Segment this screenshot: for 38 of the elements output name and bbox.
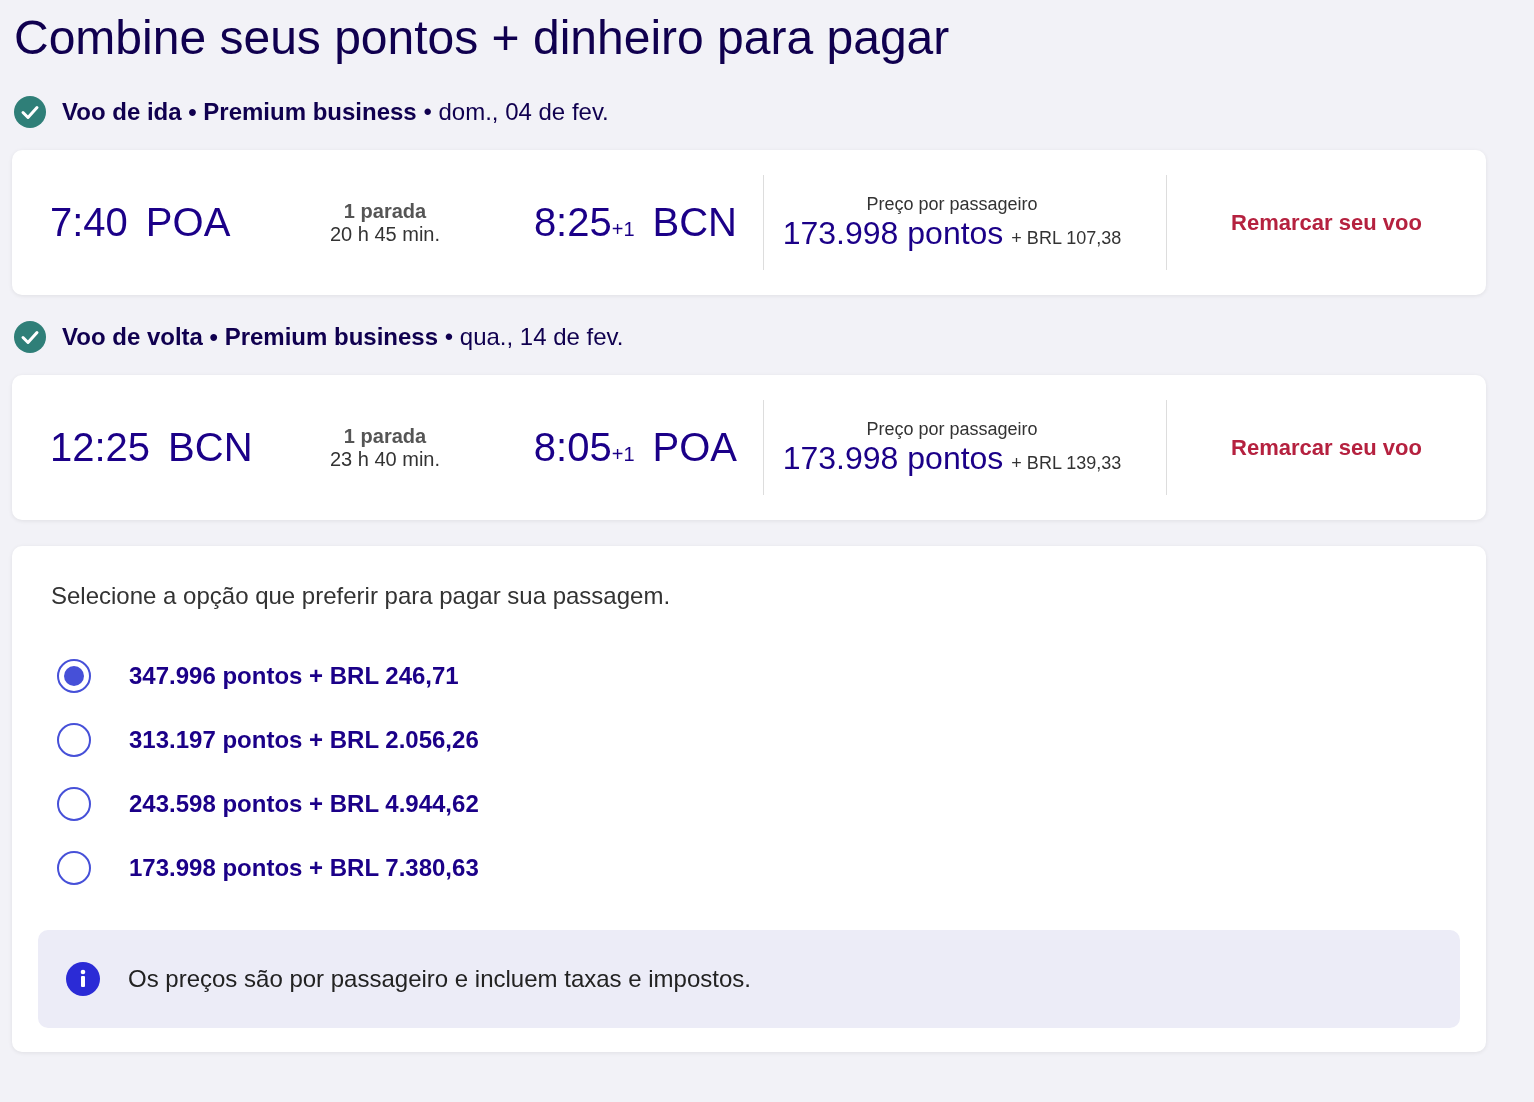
- flight-heading: Voo de volta • Premium business • qua., 14 de fev.: [62, 323, 624, 351]
- stops-text: 1 parada: [343, 424, 427, 448]
- duration-text: 23 h 40 min.: [329, 447, 441, 471]
- price-label: Preço por passageiro: [866, 193, 1038, 215]
- duration-text: 20 h 45 min.: [329, 222, 441, 246]
- departure-time: 12:25: [50, 425, 151, 470]
- day-offset: +1: [611, 443, 635, 466]
- arrival-time: 8:25: [533, 200, 612, 245]
- info-icon: [66, 962, 100, 996]
- payment-prompt: Selecione a opção que preferir para pagar sua passagem.: [51, 582, 672, 610]
- rebook-link[interactable]: Remarcar seu voo: [1231, 434, 1422, 461]
- departure-time: 7:40: [50, 200, 128, 245]
- check-circle-icon: [14, 321, 46, 353]
- payment-option[interactable]: 313.197 pontos + BRL 2.056,26: [129, 726, 479, 754]
- arrival-time: 8:05: [533, 425, 612, 470]
- day-offset: +1: [611, 218, 635, 241]
- info-text: Os preços são por passageiro e incluem taxas e impostos.: [128, 965, 751, 993]
- points-price: 173.998 pontos: [782, 439, 1004, 477]
- cash-price: + BRL 107,38: [1011, 227, 1122, 249]
- payment-option[interactable]: 347.996 pontos + BRL 246,71: [129, 662, 459, 690]
- page-title: Combine seus pontos + dinheiro para pagar: [14, 10, 951, 66]
- radio-button[interactable]: [57, 723, 91, 757]
- cash-price: + BRL 139,33: [1011, 452, 1122, 474]
- check-circle-icon: [14, 96, 46, 128]
- stops-text: 1 parada: [343, 199, 427, 223]
- radio-button[interactable]: [57, 851, 91, 885]
- payment-option[interactable]: 243.598 pontos + BRL 4.944,62: [129, 790, 479, 818]
- payment-option[interactable]: 173.998 pontos + BRL 7.380,63: [129, 854, 479, 882]
- radio-button[interactable]: [57, 659, 91, 693]
- arrival-airport: BCN: [652, 200, 737, 245]
- departure-airport: BCN: [168, 425, 253, 470]
- flight-heading: Voo de ida • Premium business • dom., 04 de fev.: [62, 98, 609, 126]
- arrival-airport: POA: [652, 425, 737, 470]
- rebook-link[interactable]: Remarcar seu voo: [1231, 209, 1422, 236]
- radio-button[interactable]: [57, 787, 91, 821]
- points-price: 173.998 pontos: [782, 214, 1004, 252]
- price-label: Preço por passageiro: [866, 418, 1038, 440]
- departure-airport: POA: [145, 200, 231, 245]
